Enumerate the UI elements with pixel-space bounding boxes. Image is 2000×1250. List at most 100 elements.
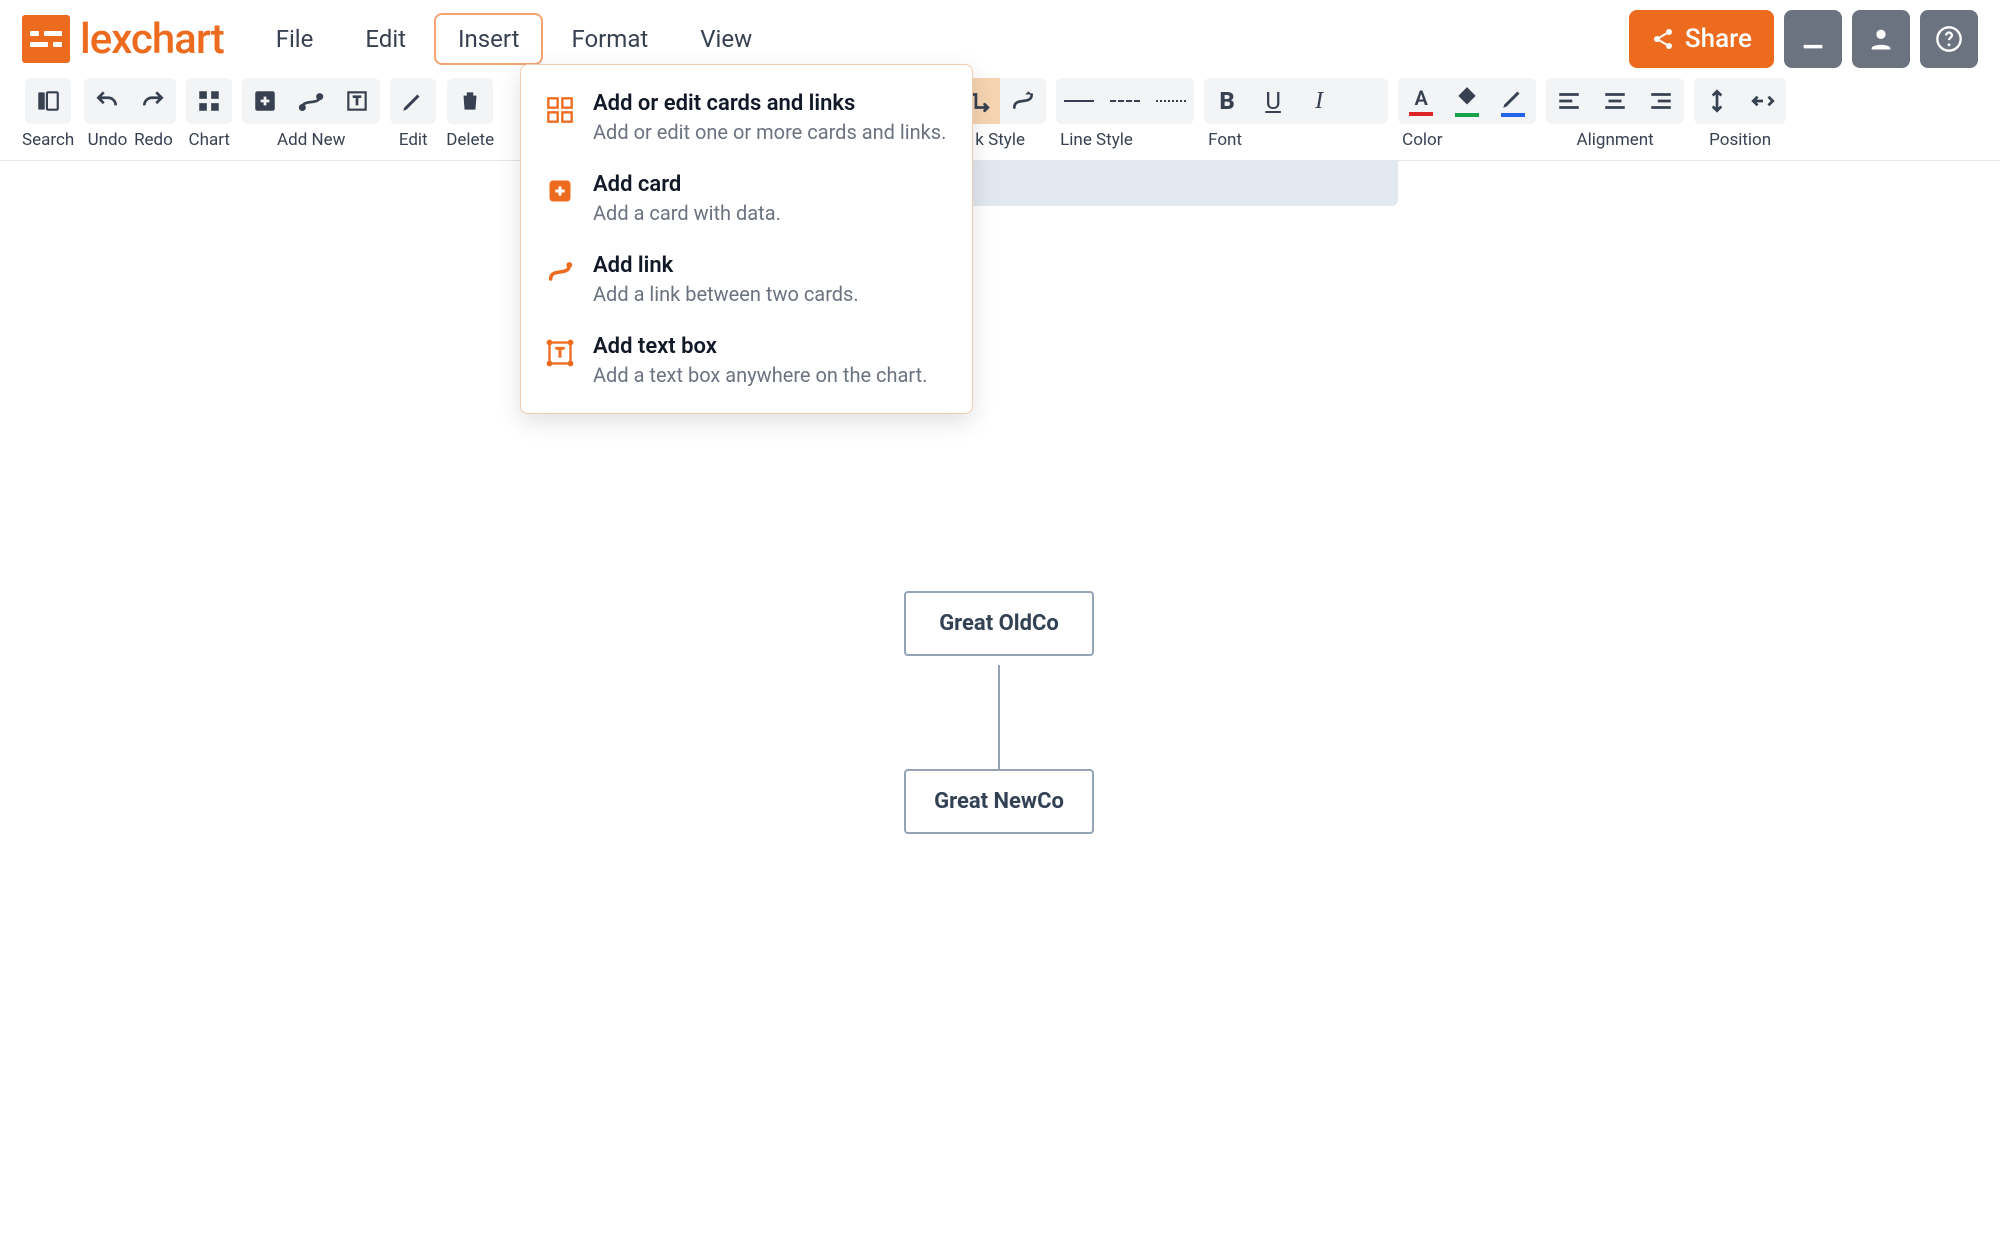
- arrows-horizontal-icon: [1750, 88, 1776, 114]
- text-color-button[interactable]: A: [1398, 78, 1444, 124]
- download-button[interactable]: [1784, 10, 1842, 68]
- group-add-new: Add New: [242, 78, 380, 150]
- bold-button[interactable]: B: [1204, 78, 1250, 124]
- group-position: Position: [1694, 78, 1786, 150]
- add-link-button[interactable]: [288, 78, 334, 124]
- position-vert-button[interactable]: [1694, 78, 1740, 124]
- textbox-icon: [344, 88, 370, 114]
- plus-square-icon: [252, 88, 278, 114]
- search-label: Search: [22, 130, 74, 150]
- add-link-icon: [545, 257, 575, 287]
- dd-desc-3: Add a text box anywhere on the chart.: [593, 363, 927, 387]
- account-button[interactable]: [1852, 10, 1910, 68]
- dd-add-card[interactable]: Add card Add a card with data.: [521, 158, 972, 239]
- line-style-label: Line Style: [1056, 130, 1133, 150]
- logo-mark-icon: [22, 15, 70, 63]
- group-line-style: Line Style: [1056, 78, 1194, 150]
- align-left-button[interactable]: [1546, 78, 1592, 124]
- header-actions: Share: [1629, 10, 1978, 68]
- color-label: Color: [1398, 130, 1442, 150]
- menu-items: File Edit Insert Format View: [252, 13, 776, 65]
- logo-text: lexchart: [80, 15, 224, 64]
- position-horiz-button[interactable]: [1740, 78, 1786, 124]
- border-color-button[interactable]: [1490, 78, 1536, 124]
- panel-search-icon: [35, 88, 61, 114]
- edit-button[interactable]: [390, 78, 436, 124]
- dd-desc-1: Add a card with data.: [593, 201, 781, 225]
- position-label: Position: [1709, 130, 1771, 150]
- add-card-button[interactable]: [242, 78, 288, 124]
- group-edit: Edit: [390, 78, 436, 150]
- line-solid-icon: [1064, 100, 1094, 102]
- dd-title-3: Add text box: [593, 334, 927, 359]
- dd-desc-0: Add or edit one or more cards and links.: [593, 120, 946, 144]
- group-delete: Delete: [446, 78, 494, 150]
- chart-button[interactable]: [186, 78, 232, 124]
- group-undo-redo: Undo Redo: [84, 78, 176, 150]
- chart-label: Chart: [189, 130, 230, 150]
- trash-icon: [457, 88, 483, 114]
- underline-icon: U: [1265, 87, 1281, 115]
- dd-add-text-box[interactable]: Add text box Add a text box anywhere on …: [521, 320, 972, 401]
- menu-format[interactable]: Format: [547, 13, 672, 65]
- dd-add-link[interactable]: Add link Add a link between two cards.: [521, 239, 972, 320]
- undo-button[interactable]: [84, 78, 130, 124]
- group-color: A Color: [1398, 78, 1536, 150]
- italic-button[interactable]: I: [1296, 78, 1342, 124]
- text-size-button[interactable]: [1342, 78, 1388, 124]
- link-style-curve-button[interactable]: [1000, 78, 1046, 124]
- italic-icon: I: [1315, 88, 1323, 115]
- line-dot-icon: [1156, 100, 1186, 102]
- help-button[interactable]: [1920, 10, 1978, 68]
- dd-add-edit-cards-links[interactable]: Add or edit cards and links Add or edit …: [521, 77, 972, 158]
- card-great-newco[interactable]: Great NewCo: [904, 769, 1094, 834]
- add-card-icon: [545, 176, 575, 206]
- add-textbox-button[interactable]: [334, 78, 380, 124]
- text-color-icon: A: [1409, 86, 1433, 116]
- add-textbox-icon: [545, 338, 575, 368]
- align-center-button[interactable]: [1592, 78, 1638, 124]
- align-left-icon: [1556, 88, 1582, 114]
- redo-label: Redo: [134, 130, 173, 150]
- arrows-vertical-icon: [1704, 88, 1730, 114]
- text-size-icon: [1352, 88, 1378, 114]
- card-great-oldco[interactable]: Great OldCo: [904, 591, 1094, 656]
- line-solid-button[interactable]: [1056, 78, 1102, 124]
- add-new-label: Add New: [277, 130, 345, 150]
- menubar: lexchart File Edit Insert Format View Sh…: [0, 0, 2000, 78]
- share-button[interactable]: Share: [1629, 10, 1774, 68]
- insert-dropdown: Add or edit cards and links Add or edit …: [520, 64, 973, 414]
- dd-title-0: Add or edit cards and links: [593, 91, 946, 116]
- canvas[interactable]: ion to Lexchart Great OldCo Great NewCo: [0, 161, 2000, 1235]
- logo[interactable]: lexchart: [22, 15, 224, 64]
- undo-label: Undo: [88, 130, 128, 150]
- align-right-button[interactable]: [1638, 78, 1684, 124]
- share-icon: [1651, 27, 1675, 51]
- redo-button[interactable]: [130, 78, 176, 124]
- group-search: Search: [22, 78, 74, 150]
- help-icon: [1935, 25, 1963, 53]
- connector-line[interactable]: [998, 665, 1000, 769]
- underline-button[interactable]: U: [1250, 78, 1296, 124]
- menu-edit[interactable]: Edit: [341, 13, 430, 65]
- card-label: Great NewCo: [934, 789, 1064, 814]
- menu-insert[interactable]: Insert: [434, 13, 543, 65]
- delete-label: Delete: [446, 130, 494, 150]
- grid-icon: [196, 88, 222, 114]
- fill-color-button[interactable]: [1444, 78, 1490, 124]
- curve-connector-icon: [1010, 88, 1036, 114]
- line-dot-button[interactable]: [1148, 78, 1194, 124]
- fill-color-icon: [1454, 85, 1480, 117]
- user-icon: [1867, 25, 1895, 53]
- cards-links-icon: [545, 95, 575, 125]
- search-button[interactable]: [25, 78, 71, 124]
- line-dash-button[interactable]: [1102, 78, 1148, 124]
- font-label: Font: [1204, 130, 1242, 150]
- delete-button[interactable]: [447, 78, 493, 124]
- align-center-icon: [1602, 88, 1628, 114]
- redo-icon: [140, 88, 166, 114]
- menu-file[interactable]: File: [252, 13, 338, 65]
- menu-view[interactable]: View: [676, 13, 776, 65]
- undo-icon: [94, 88, 120, 114]
- dd-title-1: Add card: [593, 172, 781, 197]
